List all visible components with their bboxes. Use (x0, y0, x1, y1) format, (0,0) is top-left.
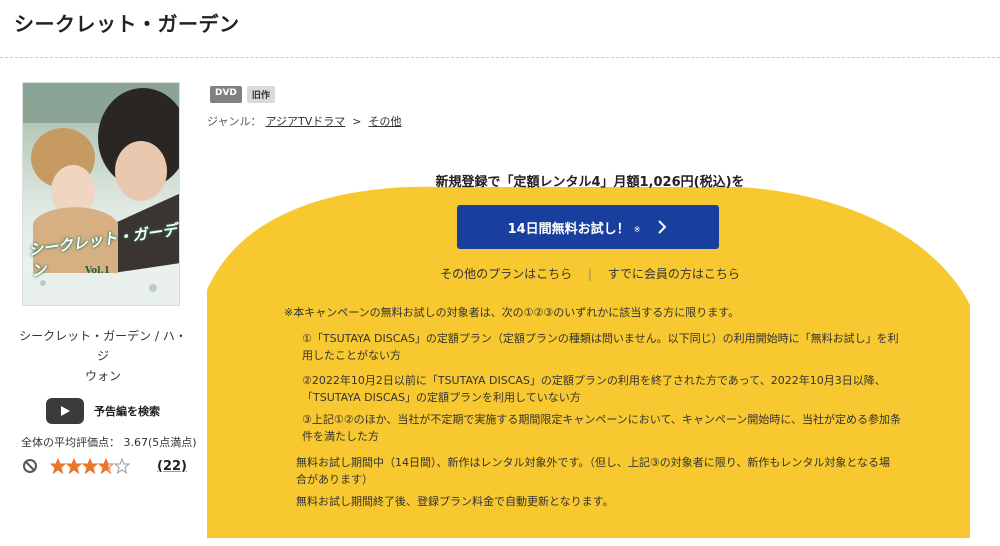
member-login-link[interactable]: すでに会員の方はこちら (608, 267, 740, 281)
note-condition-1: ①「TSUTAYA DISCAS」の定額プラン（定額プランの種類は問いません。以… (302, 332, 899, 362)
plan-links-divider: | (587, 267, 592, 281)
free-trial-label: 14日間無料お試し！ (507, 221, 630, 237)
note-new-release: 無料お試し期間中（14日間）、新作はレンタル対象外です。（但し、上記③の対象者に… (296, 456, 890, 486)
promo-headline: 新規登録で「定額レンタル4」月額1,026円(税込)を (435, 175, 745, 190)
free-trial-note-mark: ※ (633, 224, 641, 234)
star-icon (98, 458, 114, 474)
star-rating (50, 458, 130, 474)
genre-link-other[interactable]: その他 (368, 113, 401, 129)
star-icon (50, 458, 66, 474)
genre-breadcrumb: ジャンル： アジアTVドラマ > その他 (207, 113, 401, 129)
star-icon (82, 458, 98, 474)
star-icon (66, 458, 82, 474)
badge-old-release: 旧作 (246, 86, 275, 103)
product-cover-image[interactable]: シークレット・ガーデン Vol.1 (22, 82, 180, 306)
genre-label: ジャンル： (207, 115, 262, 128)
trailer-search-button[interactable]: 予告編を検索 (46, 398, 160, 424)
rating-row: (22) (22, 457, 187, 475)
plan-links: その他のプランはこちら | すでに会員の方はこちら (300, 265, 880, 282)
average-rating: 全体の平均評価点： 3.67(5点満点) (21, 436, 197, 449)
note-condition-2: ②2022年10月2日以前に「TSUTAYA DISCAS」の定額プランの利用を… (302, 374, 886, 404)
genre-separator: > (352, 114, 362, 128)
badges: DVD 旧作 (210, 86, 275, 103)
free-trial-button[interactable]: 14日間無料お試し！ ※ (457, 205, 719, 249)
note-condition-3: ③上記①②のほか、当社が不定期で実施する期間限定キャンペーンにおいて、キャンペー… (302, 413, 902, 443)
badge-dvd: DVD (210, 86, 242, 103)
trailer-label: 予告編を検索 (94, 405, 160, 418)
star-icon (114, 458, 130, 474)
other-plans-link[interactable]: その他のプランはこちら (440, 267, 572, 281)
note-intro: ※本キャンペーンの無料お試しの対象者は、次の①②③のいずれかに該当する方に限りま… (284, 306, 740, 319)
side-title-line1: シークレット・ガーデン / ハ・ジ (19, 329, 187, 363)
genre-link-asia-tv-drama[interactable]: アジアTVドラマ (265, 113, 345, 129)
chevron-right-icon (658, 220, 667, 234)
review-count[interactable]: (22) (157, 459, 187, 474)
side-title-line2: ウォン (84, 369, 121, 383)
cover-volume: Vol.1 (85, 266, 110, 276)
product-title-side[interactable]: シークレット・ガーデン / ハ・ジ ウォン (18, 326, 188, 386)
note-auto-renew: 無料お試し期間終了後、登録プラン料金で自動更新となります。 (296, 495, 614, 508)
youtube-play-icon (46, 398, 84, 424)
prohibited-icon[interactable] (22, 458, 38, 474)
